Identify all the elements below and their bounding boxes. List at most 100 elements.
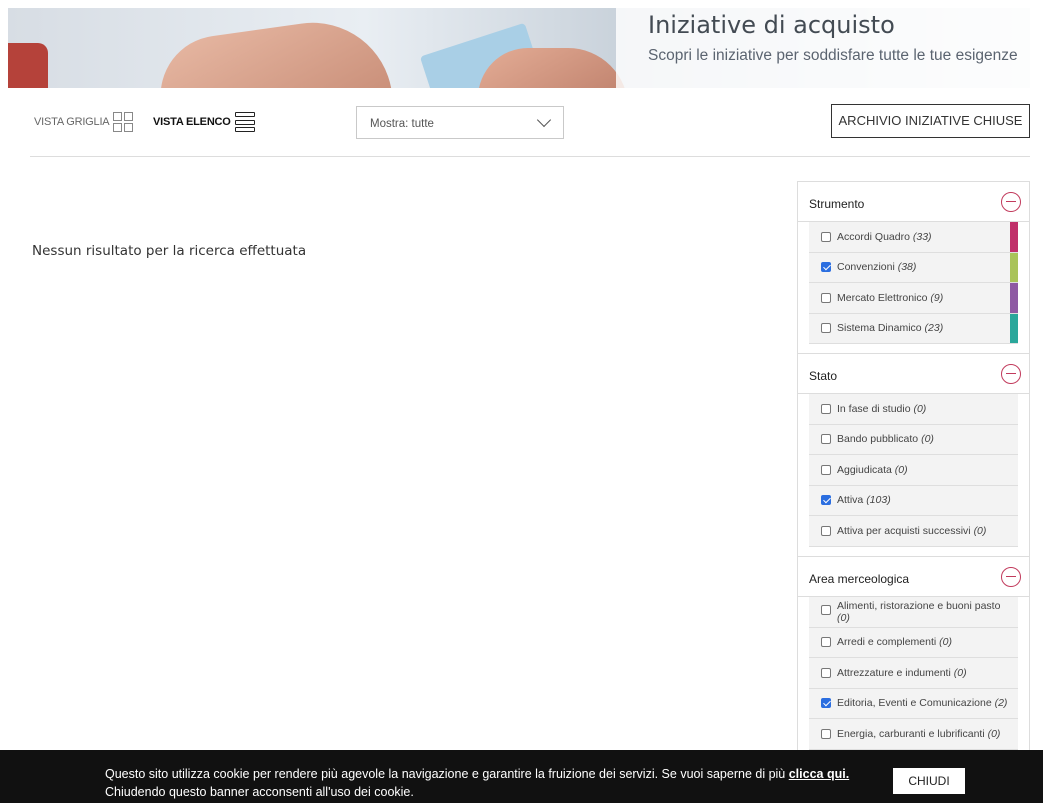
filter-item-aggiudicata[interactable]: Aggiudicata (0): [809, 455, 1018, 486]
checkbox-checked[interactable]: [821, 262, 831, 273]
filter-item-label: Convenzioni: [837, 261, 895, 274]
filter-item-count: (0): [953, 666, 967, 679]
chevron-down-icon: [536, 112, 552, 128]
grid-icon: [113, 112, 134, 132]
filter-item-label: Attiva per acquisti successivi: [837, 524, 971, 537]
page-title: Iniziative di acquisto: [648, 11, 895, 39]
filter-item-label: Attiva: [837, 494, 864, 507]
filter-group-strumento: Strumento Accordi Quadro (33) Convenzion…: [798, 182, 1029, 354]
filter-item-label: Editoria, Eventi e Comunicazione: [837, 697, 992, 710]
grid-view-label: VISTA GRIGLIA: [34, 116, 110, 128]
filter-item-energia[interactable]: Energia, carburanti e lubrificanti (0): [809, 719, 1018, 750]
filter-group-stato: Stato In fase di studio (0) Bando pubbli…: [798, 354, 1029, 557]
filter-group-title: Strumento: [809, 197, 865, 211]
checkbox[interactable]: [821, 667, 831, 678]
filter-item-count: (0): [939, 636, 952, 649]
filter-group-header: Stato: [798, 354, 1029, 394]
filter-item-count: (33): [912, 230, 932, 243]
filter-item-count: (0): [921, 433, 934, 446]
filter-item-label: Accordi Quadro: [837, 230, 910, 243]
cookie-banner: Questo sito utilizza cookie per rendere …: [0, 750, 1043, 803]
show-filter-value: Mostra: tutte: [370, 118, 434, 130]
checkbox-checked[interactable]: [821, 495, 831, 506]
filter-item-mercato-elettronico[interactable]: Mercato Elettronico (9): [809, 283, 1018, 314]
filter-group-title: Stato: [809, 369, 838, 383]
checkbox[interactable]: [821, 728, 831, 739]
filter-item-count: (2): [994, 697, 1008, 710]
no-results-message: Nessun risultato per la ricerca effettua…: [32, 243, 307, 259]
checkbox[interactable]: [821, 525, 831, 536]
filter-item-alimenti[interactable]: Alimenti, ristorazione e buoni pasto (0): [809, 596, 1018, 628]
filter-item-count: (0): [973, 524, 987, 537]
color-bar: [1010, 222, 1018, 252]
color-bar: [1010, 283, 1018, 313]
list-view-label: VISTA ELENCO: [153, 116, 231, 128]
color-bar: [1010, 313, 1018, 343]
filter-item-label: Arredi e complementi: [837, 636, 937, 649]
filter-group-header: Area merceologica: [798, 557, 1029, 597]
filter-item-count: (0): [837, 611, 850, 624]
divider: [30, 156, 1030, 157]
filter-item-label: Energia, carburanti e lubrificanti: [837, 727, 985, 740]
checkbox[interactable]: [821, 464, 831, 475]
filter-item-count: (0): [913, 402, 927, 415]
filter-item-count: (23): [924, 322, 944, 335]
filter-item-label: Bando pubblicato: [837, 433, 919, 446]
filter-item-attiva[interactable]: Attiva (103): [809, 485, 1018, 516]
filter-item-count: (9): [930, 291, 944, 304]
cookie-close-button[interactable]: CHIUDI: [893, 768, 965, 794]
filter-group-header: Strumento: [798, 182, 1029, 222]
filter-item-label: Sistema Dinamico: [837, 322, 922, 335]
archive-closed-initiatives-button[interactable]: ARCHIVIO INIZIATIVE CHIUSE: [831, 104, 1030, 138]
hero-banner: Iniziative di acquisto Scopri le iniziat…: [8, 8, 1030, 88]
checkbox[interactable]: [821, 292, 831, 303]
filter-item-sistema-dinamico[interactable]: Sistema Dinamico (23): [809, 313, 1018, 344]
cookie-text-consent: Chiudendo questo banner acconsenti all'u…: [105, 785, 414, 799]
collapse-icon[interactable]: [1001, 192, 1021, 212]
checkbox[interactable]: [821, 323, 831, 334]
checkbox[interactable]: [821, 434, 831, 445]
filter-items: Accordi Quadro (33) Convenzioni (38) Mer…: [809, 222, 1018, 344]
checkbox-checked[interactable]: [821, 698, 831, 709]
filter-item-bando-pubblicato[interactable]: Bando pubblicato (0): [809, 424, 1018, 455]
filter-item-count: (0): [894, 463, 908, 476]
filter-item-label: In fase di studio: [837, 402, 911, 415]
filter-item-editoria[interactable]: Editoria, Eventi e Comunicazione (2): [809, 688, 1018, 719]
color-bar: [1010, 252, 1018, 282]
filter-group-area-merceologica: Area merceologica Alimenti, ristorazione…: [798, 557, 1029, 750]
checkbox[interactable]: [821, 403, 831, 414]
checkbox[interactable]: [821, 637, 831, 648]
checkbox[interactable]: [821, 231, 831, 242]
filter-item-count: (0): [987, 727, 1001, 740]
hero-hand-left: [152, 12, 394, 88]
show-filter-select[interactable]: Mostra: tutte: [356, 106, 564, 139]
filter-item-count: (38): [897, 261, 917, 274]
cookie-text-main: Questo sito utilizza cookie per rendere …: [105, 767, 789, 781]
hero-title-box: Iniziative di acquisto Scopri le iniziat…: [616, 8, 1030, 88]
filter-group-title: Area merceologica: [809, 571, 910, 586]
filter-item-label: Aggiudicata: [837, 463, 892, 476]
filter-item-attiva-acquisti-successivi[interactable]: Attiva per acquisti successivi (0): [809, 516, 1018, 547]
grid-view-button[interactable]: VISTA GRIGLIA: [34, 110, 134, 134]
filter-item-in-fase-di-studio[interactable]: In fase di studio (0): [809, 394, 1018, 425]
collapse-icon[interactable]: [1001, 364, 1021, 384]
filter-items: In fase di studio (0) Bando pubblicato (…: [809, 394, 1018, 547]
hero-decoration: [8, 43, 48, 88]
filter-item-arredi[interactable]: Arredi e complementi (0): [809, 627, 1018, 658]
filter-item-label: Alimenti, ristorazione e buoni pasto: [837, 599, 1001, 612]
list-view-button[interactable]: VISTA ELENCO: [153, 110, 255, 134]
checkbox[interactable]: [821, 604, 831, 615]
filter-items: Alimenti, ristorazione e buoni pasto (0) …: [809, 596, 1018, 750]
list-icon: [234, 112, 255, 132]
filter-item-label: Attrezzature e indumenti: [837, 666, 951, 679]
filter-item-label: Mercato Elettronico: [837, 291, 928, 304]
cookie-text: Questo sito utilizza cookie per rendere …: [105, 765, 875, 801]
collapse-icon[interactable]: [1001, 566, 1021, 587]
filter-item-attrezzature[interactable]: Attrezzature e indumenti (0): [809, 658, 1018, 689]
page: Iniziative di acquisto Scopri le iniziat…: [0, 0, 1043, 803]
filter-item-accordi-quadro[interactable]: Accordi Quadro (33): [809, 222, 1018, 253]
page-subtitle: Scopri le iniziative per soddisfare tutt…: [648, 47, 1018, 64]
cookie-info-link[interactable]: clicca qui.: [789, 767, 849, 781]
filter-item-convenzioni[interactable]: Convenzioni (38): [809, 252, 1018, 283]
filter-panel: Strumento Accordi Quadro (33) Convenzion…: [797, 181, 1030, 803]
